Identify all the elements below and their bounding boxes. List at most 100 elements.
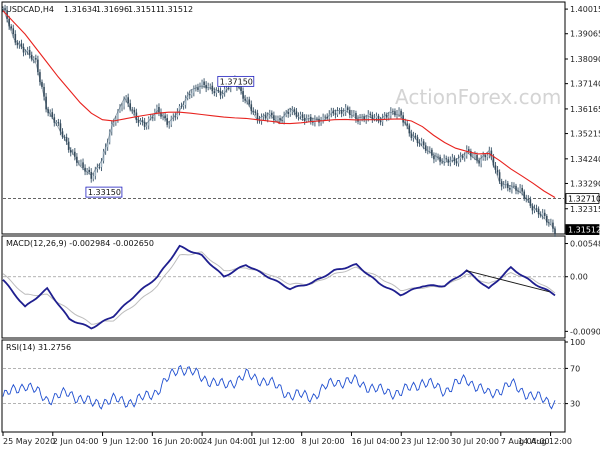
price-candle-body	[221, 93, 224, 96]
price-candle-body	[543, 212, 546, 216]
price-candle-body	[461, 155, 464, 158]
rsi-title: RSI(14) 31.2756	[6, 343, 71, 352]
price-y-tick-label: 1.33290	[570, 179, 600, 188]
price-candle-body	[480, 158, 482, 164]
price-candle-body	[550, 222, 552, 224]
price-candle-body	[447, 159, 450, 163]
price-candle-body	[502, 184, 505, 187]
forex-chart: ActionForex.com USDCAD,H4 1.31634 1.3169…	[0, 0, 600, 450]
price-candle-body	[400, 110, 402, 116]
price-candle-body	[301, 114, 304, 118]
time-x-tick-label: 14 Aug 12:00	[518, 437, 572, 446]
price-candle-body	[334, 113, 337, 115]
price-candle-body	[32, 58, 35, 60]
price-candle-body	[4, 8, 6, 11]
price-candle-body	[353, 113, 355, 114]
price-candle-body	[28, 49, 31, 55]
price-close: 1.31512	[160, 5, 193, 14]
price-candle-body	[527, 198, 530, 200]
price-low: 1.31511	[128, 5, 161, 14]
price-candle-body	[289, 111, 292, 114]
price-candle-body	[133, 109, 136, 113]
price-candle-body	[463, 155, 466, 158]
price-candle-body	[174, 116, 177, 118]
price-candle-body	[414, 135, 417, 138]
price-candle-body	[451, 157, 454, 161]
price-candle-body	[375, 115, 378, 118]
price-candle-body	[484, 155, 487, 158]
price-y-tick-label: 1.40015	[570, 5, 600, 14]
time-x-tick-label: 2 Jun 04:00	[53, 437, 99, 446]
price-candle-body	[271, 112, 273, 116]
price-open: 1.31634	[64, 5, 97, 14]
price-candle-body	[293, 109, 296, 112]
price-candle-body	[127, 97, 129, 104]
price-candle-body	[342, 112, 345, 114]
rsi-y-tick-label: 30	[570, 400, 580, 409]
price-candle-body	[433, 155, 435, 160]
price-candle-body	[252, 110, 255, 112]
price-y-tick-label: 1.38090	[570, 55, 600, 64]
price-y-tick-label: 1.35215	[570, 130, 600, 139]
price-y-tick-label: 1.37140	[570, 80, 600, 89]
price-candle-body	[420, 141, 423, 144]
price-candle-body	[121, 106, 123, 108]
macd-y-tick-label: 0.005486	[570, 240, 600, 249]
price-candle-body	[137, 120, 140, 123]
price-candle-body	[496, 169, 499, 173]
rsi-y-tick-label: 70	[570, 364, 580, 373]
price-candle-body	[346, 107, 349, 110]
price-high: 1.31696	[96, 5, 129, 14]
watermark: ActionForex.com	[395, 85, 561, 109]
price-y-tick-label: 1.39065	[570, 30, 600, 39]
time-x-tick-label: 23 Jul 12:00	[401, 437, 449, 446]
price-candle-body	[336, 110, 339, 115]
price-y-tick-label: 1.34240	[570, 155, 600, 164]
price-y-tick-label: 1.36165	[570, 105, 600, 114]
price-candle-body	[182, 105, 185, 107]
price-candle-body	[445, 158, 448, 160]
price-candle-body	[392, 110, 394, 112]
price-candle-body	[246, 99, 248, 101]
price-candle-body	[57, 122, 60, 124]
price-candle-body	[554, 228, 556, 234]
price-candle-body	[131, 109, 134, 111]
price-candle-body	[82, 162, 84, 168]
price-candle-body	[151, 117, 154, 119]
time-x-tick-label: 30 Jul 20:00	[451, 437, 499, 446]
price-candle-body	[266, 116, 269, 119]
price-candle-body	[277, 118, 279, 120]
price-candle-body	[369, 113, 372, 115]
price-candle-body	[168, 124, 171, 126]
macd-y-tick-label: -0.009034	[570, 327, 600, 336]
price-candle-body	[213, 91, 216, 94]
price-candle-body	[92, 176, 95, 179]
price-candle-body	[513, 185, 515, 187]
time-x-tick-label: 9 Jun 12:00	[103, 437, 149, 446]
price-symbol-title: USDCAD,H4	[6, 5, 54, 14]
price-candle-body	[248, 99, 251, 105]
price-candle-body	[12, 28, 15, 34]
price-candle-body	[486, 155, 489, 158]
level-price-tag: 1.32710	[568, 195, 600, 204]
price-candle-body	[541, 212, 544, 216]
price-candle-body	[398, 110, 400, 114]
time-x-tick-label: 8 Jul 20:00	[302, 437, 345, 446]
price-y-tick-label: 1.32315	[570, 205, 600, 214]
macd-y-tick-label: 0.00	[570, 273, 588, 282]
price-candle-body	[145, 125, 148, 127]
time-x-tick-label: 24 Jun 04:00	[202, 437, 253, 446]
price-candle-body	[88, 169, 90, 173]
price-candle-body	[468, 149, 470, 151]
price-candle-body	[387, 115, 390, 118]
price-candle-body	[201, 81, 203, 86]
price-candle-body	[307, 116, 310, 119]
price-candle-body	[406, 123, 409, 126]
price-candle-body	[455, 161, 458, 164]
price-candle-body	[474, 155, 476, 157]
rsi-y-tick-label: 100	[570, 338, 585, 347]
macd-title: MACD(12,26,9) -0.002984 -0.002650	[6, 239, 154, 248]
time-x-tick-label: 16 Jul 04:00	[351, 437, 399, 446]
price-candle-body	[26, 49, 29, 52]
price-candle-body	[457, 158, 460, 164]
